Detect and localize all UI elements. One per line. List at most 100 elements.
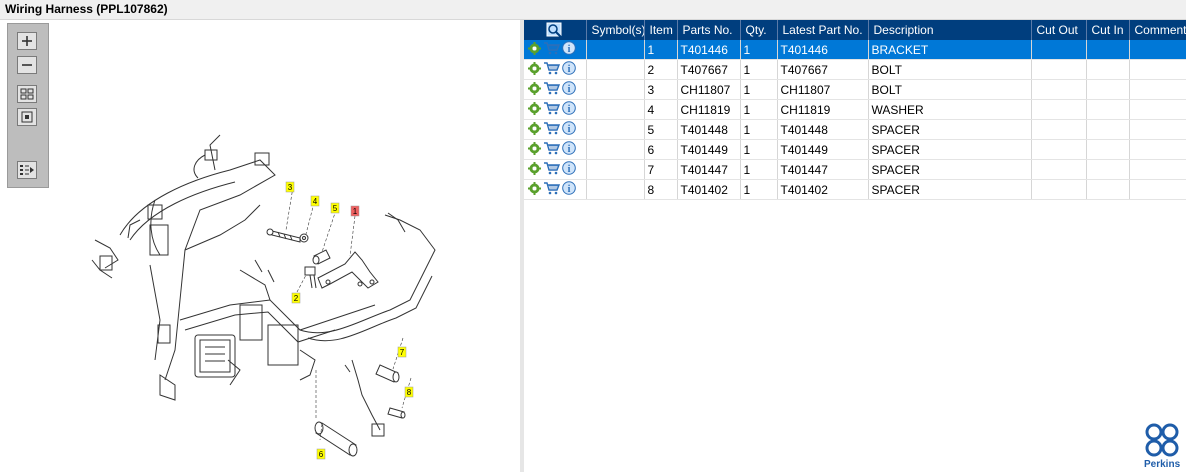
- table-row[interactable]: i 4 CH11819 1 CH11819 WASHER: [524, 99, 1186, 120]
- parts-table: Symbol(s) Item Parts No. Qty. Latest Par…: [524, 20, 1186, 200]
- row-description: BOLT: [868, 79, 1032, 100]
- gear-icon: [528, 161, 541, 175]
- cart-icon: [544, 81, 561, 94]
- row-settings-button[interactable]: [528, 81, 541, 98]
- row-add-to-cart-button[interactable]: [543, 161, 561, 178]
- row-add-to-cart-button[interactable]: [543, 181, 561, 198]
- callout-label: 6: [319, 450, 324, 459]
- callout-1[interactable]: 1: [350, 205, 360, 217]
- row-comment: [1129, 40, 1186, 60]
- row-symbols: [586, 79, 645, 100]
- row-settings-button[interactable]: [528, 61, 541, 78]
- row-comment: [1129, 79, 1186, 100]
- svg-text:i: i: [568, 84, 571, 95]
- row-settings-button[interactable]: [528, 181, 541, 198]
- col-comment[interactable]: Comment: [1129, 20, 1186, 40]
- table-row[interactable]: i 7 T401447 1 T401447 SPACER: [524, 159, 1186, 180]
- cart-icon: [544, 141, 561, 154]
- gear-icon: [528, 141, 541, 155]
- info-icon: i: [562, 121, 576, 135]
- row-part-no: CH11819: [677, 99, 741, 120]
- col-symbols[interactable]: Symbol(s): [586, 20, 645, 40]
- row-settings-button[interactable]: [528, 41, 541, 58]
- row-cut-out: [1031, 159, 1087, 180]
- row-add-to-cart-button[interactable]: [543, 61, 561, 78]
- callout-layer: 1 2 3 4 5 6 7 8: [285, 181, 414, 460]
- row-info-button[interactable]: i: [562, 141, 576, 158]
- cart-icon: [544, 161, 561, 174]
- row-comment: [1129, 119, 1186, 140]
- info-icon: i: [562, 101, 576, 115]
- row-add-to-cart-button[interactable]: [543, 121, 561, 138]
- diagram-pane[interactable]: 1 2 3 4 5 6 7 8: [0, 20, 520, 472]
- row-actions: i: [524, 99, 587, 120]
- row-info-button[interactable]: i: [562, 161, 576, 178]
- row-part-no: T401448: [677, 119, 741, 140]
- callout-8[interactable]: 8: [404, 386, 414, 398]
- row-description: BRACKET: [868, 40, 1032, 60]
- row-qty: 1: [740, 119, 778, 140]
- row-settings-button[interactable]: [528, 121, 541, 138]
- callout-6[interactable]: 6: [316, 448, 326, 460]
- row-settings-button[interactable]: [528, 161, 541, 178]
- table-row[interactable]: i 6 T401449 1 T401449 SPACER: [524, 139, 1186, 160]
- row-qty: 1: [740, 159, 778, 180]
- col-cut-out[interactable]: Cut Out: [1031, 20, 1087, 40]
- info-icon: i: [562, 161, 576, 175]
- callout-2[interactable]: 2: [291, 292, 301, 304]
- parts-table-pane: Symbol(s) Item Parts No. Qty. Latest Par…: [524, 20, 1186, 472]
- row-info-button[interactable]: i: [562, 101, 576, 118]
- row-symbols: [586, 159, 645, 180]
- row-cut-in: [1086, 159, 1130, 180]
- table-row[interactable]: i 5 T401448 1 T401448 SPACER: [524, 119, 1186, 140]
- col-latest-part-no[interactable]: Latest Part No.: [777, 20, 869, 40]
- row-latest-part-no: T401446: [777, 40, 869, 60]
- row-symbols: [586, 99, 645, 120]
- row-cut-in: [1086, 179, 1130, 200]
- table-row[interactable]: i 1 T401446 1 T401446 BRACKET: [524, 40, 1186, 60]
- callout-5[interactable]: 5: [330, 202, 340, 214]
- table-row[interactable]: i 3 CH11807 1 CH11807 BOLT: [524, 79, 1186, 100]
- cart-icon: [544, 61, 561, 74]
- row-add-to-cart-button[interactable]: [543, 101, 561, 118]
- row-cut-out: [1031, 179, 1087, 200]
- row-info-button[interactable]: i: [562, 61, 576, 78]
- svg-text:i: i: [568, 124, 571, 135]
- col-cut-in[interactable]: Cut In: [1086, 20, 1130, 40]
- row-item: 7: [644, 159, 678, 180]
- callout-label: 1: [353, 207, 358, 216]
- col-qty[interactable]: Qty.: [740, 20, 778, 40]
- row-qty: 1: [740, 99, 778, 120]
- row-comment: [1129, 99, 1186, 120]
- window-title: Wiring Harness (PPL107862): [5, 2, 168, 16]
- row-settings-button[interactable]: [528, 101, 541, 118]
- table-row[interactable]: i 2 T407667 1 T407667 BOLT: [524, 59, 1186, 80]
- row-cut-in: [1086, 40, 1130, 60]
- row-settings-button[interactable]: [528, 141, 541, 158]
- cart-icon: [544, 181, 561, 194]
- col-description[interactable]: Description: [868, 20, 1032, 40]
- callout-7[interactable]: 7: [397, 346, 407, 358]
- row-cut-out: [1031, 79, 1087, 100]
- row-info-button[interactable]: i: [562, 41, 576, 58]
- row-info-button[interactable]: i: [562, 81, 576, 98]
- search-view-header[interactable]: [524, 20, 587, 40]
- callout-3[interactable]: 3: [285, 181, 295, 193]
- row-latest-part-no: T401402: [777, 179, 869, 200]
- perkins-logo-text: Perkins: [1144, 459, 1181, 470]
- row-add-to-cart-button[interactable]: [543, 41, 561, 58]
- row-add-to-cart-button[interactable]: [543, 81, 561, 98]
- table-row[interactable]: i 8 T401402 1 T401402 SPACER: [524, 179, 1186, 200]
- row-add-to-cart-button[interactable]: [543, 141, 561, 158]
- row-symbols: [586, 119, 645, 140]
- row-item: 8: [644, 179, 678, 200]
- row-symbols: [586, 59, 645, 80]
- row-description: SPACER: [868, 139, 1032, 160]
- col-item[interactable]: Item: [644, 20, 678, 40]
- col-parts-no[interactable]: Parts No.: [677, 20, 741, 40]
- callout-4[interactable]: 4: [310, 195, 320, 207]
- row-info-button[interactable]: i: [562, 121, 576, 138]
- row-part-no: T401449: [677, 139, 741, 160]
- row-info-button[interactable]: i: [562, 181, 576, 198]
- row-qty: 1: [740, 79, 778, 100]
